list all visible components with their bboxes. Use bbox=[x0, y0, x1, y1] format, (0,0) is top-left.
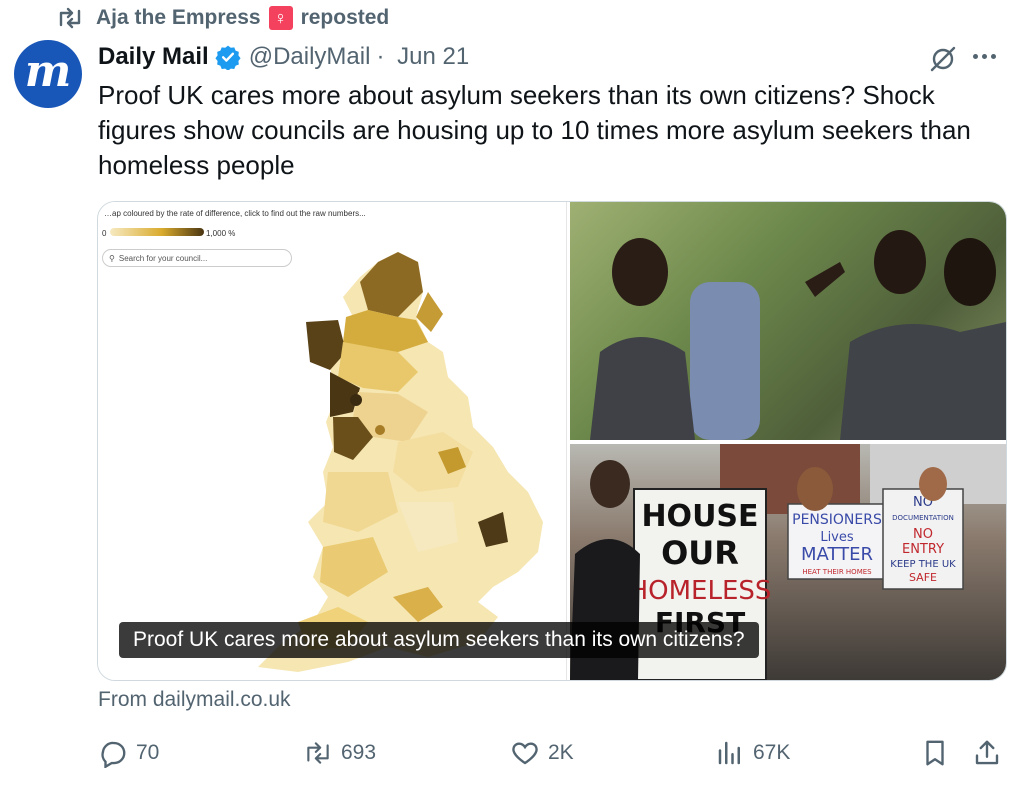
svg-text:ENTRY: ENTRY bbox=[902, 542, 944, 557]
bookmark-icon bbox=[926, 740, 944, 766]
repost-button[interactable]: 693 bbox=[303, 736, 376, 770]
link-source[interactable]: From dailymail.co.uk bbox=[98, 688, 291, 712]
author-meta: @DailyMail · Jun 21 bbox=[249, 43, 475, 71]
search-icon: ⚲ bbox=[109, 253, 115, 263]
svg-text:HOMELESS: HOMELESS bbox=[629, 576, 772, 606]
svg-text:NO: NO bbox=[913, 527, 933, 542]
post-text: Proof UK cares more about asylum seekers… bbox=[98, 80, 971, 180]
reply-button[interactable]: 70 bbox=[98, 736, 159, 770]
link-card[interactable]: …ap coloured by the rate of difference, … bbox=[97, 201, 1007, 681]
heart-icon bbox=[512, 742, 538, 765]
map-caption: …ap coloured by the rate of difference, … bbox=[104, 209, 366, 218]
svg-text:SAFE: SAFE bbox=[909, 571, 937, 584]
author-handle[interactable]: @DailyMail bbox=[249, 43, 371, 70]
repost-count: 693 bbox=[341, 741, 377, 764]
reply-icon bbox=[101, 741, 126, 768]
svg-text:PENSIONERS: PENSIONERS bbox=[792, 512, 882, 528]
bookmark-button[interactable] bbox=[920, 736, 950, 770]
repost-action-icon bbox=[307, 742, 329, 764]
pensioners-lives-matter-sign: PENSIONERS Lives MATTER HEAT THEIR HOMES bbox=[787, 503, 887, 580]
female-sign-icon: ♀ bbox=[268, 6, 293, 30]
map-legend-bar bbox=[110, 228, 204, 236]
repost-suffix: reposted bbox=[300, 6, 390, 29]
search-placeholder: Search for your council... bbox=[118, 253, 208, 263]
views-button[interactable]: 67K bbox=[715, 736, 790, 770]
like-button[interactable]: 2K bbox=[510, 736, 574, 770]
avatar[interactable]: m bbox=[14, 40, 82, 108]
england-map-graphic bbox=[258, 252, 543, 672]
repost-icon bbox=[59, 7, 81, 29]
share-icon bbox=[975, 740, 999, 765]
post-date[interactable]: Jun 21 bbox=[397, 43, 469, 70]
reply-count: 70 bbox=[136, 741, 160, 764]
svg-text:Lives: Lives bbox=[820, 530, 854, 545]
views-chart-icon bbox=[718, 741, 740, 765]
like-count: 2K bbox=[548, 741, 574, 764]
photo-men-on-bus bbox=[570, 202, 1006, 440]
verified-badge-icon bbox=[215, 45, 241, 70]
svg-text:HOUSE: HOUSE bbox=[641, 499, 758, 534]
council-search-input: ⚲ Search for your council... bbox=[102, 249, 292, 267]
svg-text:HEAT THEIR HOMES: HEAT THEIR HOMES bbox=[802, 568, 872, 576]
action-bar: 70 693 2K 67K bbox=[98, 736, 1008, 770]
more-options-icon[interactable] bbox=[973, 44, 1005, 68]
avatar-logo: m bbox=[24, 46, 72, 97]
no-documentation-no-entry-sign: NO DOCUMENTATION NO ENTRY KEEP THE UK SA… bbox=[882, 488, 964, 590]
share-button[interactable] bbox=[972, 736, 1002, 770]
meta-separator: · bbox=[376, 43, 385, 70]
grok-icon[interactable] bbox=[928, 44, 958, 74]
map-image: …ap coloured by the rate of difference, … bbox=[98, 202, 567, 680]
card-caption: Proof UK cares more about asylum seekers… bbox=[119, 622, 759, 658]
legend-max-label: 1,000 % bbox=[206, 229, 236, 238]
svg-text:MATTER: MATTER bbox=[801, 544, 873, 565]
post-header: Daily Mail @DailyMail · Jun 21 bbox=[98, 40, 475, 74]
legend-min-label: 0 bbox=[102, 229, 107, 238]
repost-user[interactable]: Aja the Empress bbox=[96, 6, 261, 30]
views-count: 67K bbox=[753, 741, 791, 764]
repost-indicator[interactable]: Aja the Empress ♀ reposted bbox=[56, 4, 389, 32]
svg-text:OUR: OUR bbox=[661, 534, 739, 572]
men-on-bus-photo-graphic bbox=[590, 230, 1006, 440]
svg-text:KEEP THE UK: KEEP THE UK bbox=[890, 559, 956, 570]
author-name[interactable]: Daily Mail bbox=[98, 43, 209, 71]
svg-text:DOCUMENTATION: DOCUMENTATION bbox=[892, 514, 954, 522]
